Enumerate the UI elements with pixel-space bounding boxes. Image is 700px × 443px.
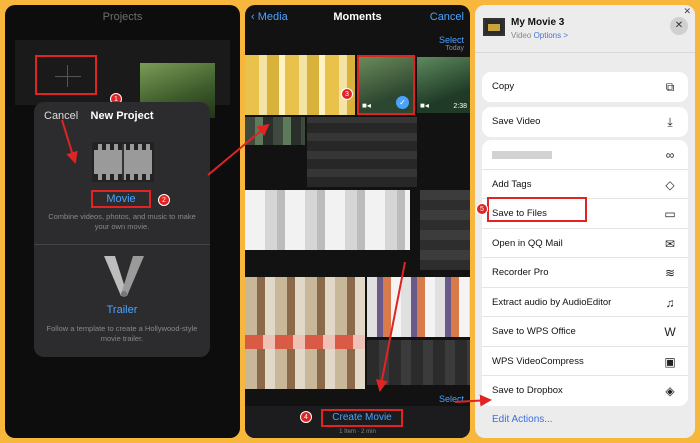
save-video-action[interactable]: Save Video ⤓: [482, 107, 688, 137]
today-label: Today: [445, 45, 464, 52]
media-thumbnail[interactable]: [367, 277, 470, 337]
options-link[interactable]: Options >: [534, 31, 568, 40]
video-clip[interactable]: ■◂ 2:38: [417, 57, 470, 113]
copy-action[interactable]: Copy ⧉: [482, 72, 688, 102]
action-label: Open in QQ Mail: [492, 237, 563, 249]
close-small-icon[interactable]: ✕: [683, 6, 691, 17]
moments-panel: ‹ Media Moments Cancel Select Today ■◂ ✓…: [245, 5, 470, 438]
divider: [34, 244, 210, 245]
save-video-icon: ⤓: [667, 115, 673, 129]
imovie-projects-panel: Projects 1 Cancel New Project Movie 2 Co…: [5, 5, 240, 438]
share-sheet-header: My Movie 3 Video Options > ✕ ✕: [475, 5, 695, 53]
movie-option-button[interactable]: Movie: [91, 190, 151, 208]
selected-video-clip[interactable]: ■◂ ✓: [357, 55, 415, 115]
media-thumbnail[interactable]: [245, 55, 355, 115]
step-badge-3: 3: [341, 88, 353, 100]
action-label: Copy: [492, 81, 515, 92]
extract-audio-action[interactable]: Extract audio by AudioEditor ♫: [482, 288, 688, 317]
action-group-apps: ∞ Add Tags ◇ Save to Files ▭ Open in QQ …: [482, 140, 688, 406]
tag-icon: ◇: [665, 177, 675, 192]
action-label: Save to WPS Office: [492, 326, 576, 337]
save-to-wps-action[interactable]: Save to WPS Office W: [482, 317, 688, 347]
action-label: Save Video: [492, 116, 541, 127]
media-thumbnail[interactable]: [245, 117, 305, 145]
media-thumbnail[interactable]: [307, 117, 417, 187]
action-label: Add Tags: [492, 178, 532, 190]
trailer-description: Follow a template to create a Hollywood-…: [46, 324, 198, 343]
checkmark-icon: ✓: [396, 96, 409, 109]
media-thumbnail[interactable]: [367, 340, 470, 385]
cancel-button[interactable]: Cancel: [430, 11, 464, 23]
selection-info: 1 Item · 2 min: [339, 429, 376, 435]
step-badge-4: 4: [300, 411, 312, 423]
media-thumbnail[interactable]: [245, 277, 365, 389]
movie-name: My Movie 3: [511, 17, 565, 28]
trailer-spotlight-icon[interactable]: [99, 254, 149, 299]
wps-icon: W: [664, 325, 676, 339]
step-badge-2: 2: [158, 194, 170, 206]
share-sheet-panel: My Movie 3 Video Options > ✕ ✕ Copy ⧉ Sa…: [475, 5, 695, 438]
mail-icon: ✉: [664, 236, 676, 251]
clip-duration: 2:38: [453, 103, 467, 110]
action-label: Extract audio by AudioEditor: [492, 296, 612, 308]
action-group-save: Save Video ⤓: [482, 107, 688, 137]
new-project-plus-button[interactable]: [35, 55, 97, 95]
copy-icon: ⧉: [665, 80, 675, 94]
new-project-sheet: Cancel New Project Movie 2 Combine video…: [34, 102, 210, 357]
folder-icon: ▭: [664, 207, 676, 221]
select-button[interactable]: Select: [439, 394, 464, 404]
video-camera-icon: ■◂: [420, 101, 429, 110]
action-label: WPS VideoCompress: [492, 355, 584, 367]
action-group-copy: Copy ⧉: [482, 72, 688, 102]
movie-description: Combine videos, photos, and music to mak…: [48, 212, 196, 231]
save-to-files-highlight: [487, 197, 587, 222]
media-thumbnail[interactable]: [420, 190, 470, 270]
media-thumbnail[interactable]: [245, 335, 365, 349]
waveform-icon: ≋: [664, 266, 676, 280]
action-label: Save to Dropbox: [492, 385, 563, 396]
save-to-dropbox-action[interactable]: Save to Dropbox ◈: [482, 376, 688, 406]
close-button[interactable]: ✕: [670, 17, 688, 35]
new-project-title: New Project: [90, 110, 154, 122]
trailer-option-button[interactable]: Trailer: [34, 304, 210, 316]
blurred-action[interactable]: ∞: [482, 140, 688, 170]
select-button[interactable]: Select: [439, 35, 464, 45]
movie-type-row: Video Options >: [511, 31, 568, 40]
projects-title: Projects: [102, 11, 143, 23]
media-thumbnail[interactable]: [245, 190, 410, 250]
movie-type: Video: [511, 31, 532, 40]
add-tags-action[interactable]: Add Tags ◇: [482, 170, 688, 199]
music-note-icon: ♫: [665, 295, 675, 310]
movie-thumbnail: [483, 18, 505, 36]
share-circles-icon: ∞: [665, 148, 675, 162]
dropbox-icon: ◈: [665, 384, 675, 398]
wps-videocompress-action[interactable]: WPS VideoCompress ▣: [482, 347, 688, 376]
moments-nav-bar: ‹ Media Moments Cancel: [245, 5, 470, 29]
step-badge-5: 5: [476, 203, 488, 215]
open-in-qq-mail-action[interactable]: Open in QQ Mail ✉: [482, 229, 688, 258]
edit-actions-link[interactable]: Edit Actions...: [492, 414, 553, 425]
create-movie-button[interactable]: Create Movie: [321, 409, 403, 427]
recorder-pro-action[interactable]: Recorder Pro ≋: [482, 258, 688, 288]
video-camera-icon: ■◂: [362, 101, 371, 110]
video-compress-icon: ▣: [664, 354, 676, 369]
blurred-label: [492, 151, 552, 159]
action-label: Recorder Pro: [492, 267, 549, 278]
film-strip-icon[interactable]: [92, 142, 154, 182]
